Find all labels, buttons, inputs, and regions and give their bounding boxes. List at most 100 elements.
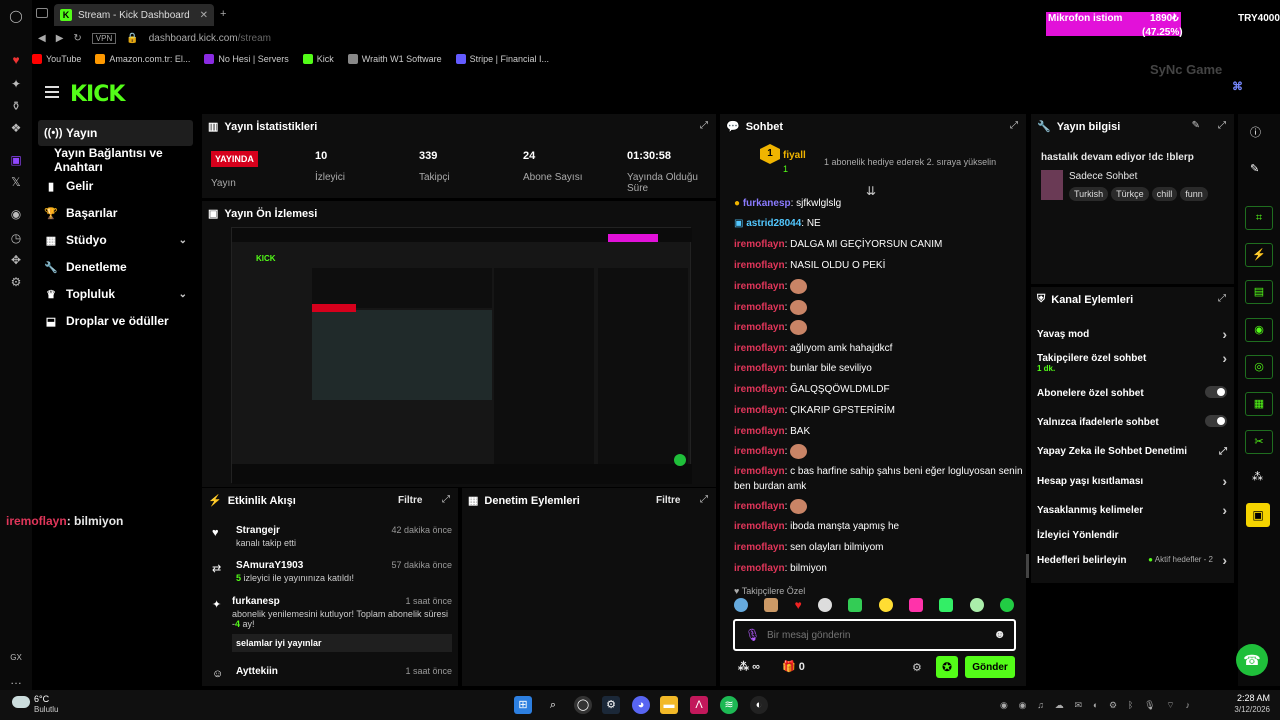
emote-icon[interactable] <box>969 598 984 612</box>
tray-icon[interactable]: ⚙ <box>1109 700 1117 711</box>
kick-logo[interactable]: KICK <box>70 82 125 107</box>
compass-icon[interactable]: ✦ <box>8 76 24 92</box>
toggle-switch[interactable] <box>1205 386 1227 398</box>
emote-icon[interactable] <box>939 598 954 612</box>
bookmark[interactable]: YouTube <box>32 54 81 64</box>
help-chat-icon[interactable]: ☎ <box>1236 644 1268 676</box>
chat-username[interactable]: iremoflayn <box>734 426 785 437</box>
emote-icon[interactable] <box>848 598 863 612</box>
bookmark[interactable]: Amazon.com.tr: El... <box>95 54 190 64</box>
tray-icon[interactable]: ◉ <box>1000 700 1008 711</box>
expand-icon[interactable]: ⤢ <box>1218 293 1226 304</box>
channel-action-row[interactable]: Yavaş mod › <box>1037 326 1227 342</box>
bookmark[interactable]: Stripe | Financial I... <box>455 54 549 64</box>
active-tab[interactable]: K Stream - Kick Dashboard ✕ <box>54 4 214 26</box>
discord-icon[interactable]: ◕ <box>632 696 650 714</box>
chevron-right-icon[interactable]: › <box>1222 473 1227 489</box>
chat-username[interactable]: iremoflayn <box>734 466 785 477</box>
tray-icon[interactable]: ◉ <box>1019 700 1027 711</box>
tab-menu-icon[interactable] <box>36 8 48 18</box>
expand-icon[interactable]: ⤢ <box>700 494 708 505</box>
channel-action-row[interactable]: Takipçilere özel sohbet 1 dk. › <box>1037 350 1227 373</box>
emote-icon[interactable] <box>909 598 923 612</box>
channel-action-row[interactable]: Hedefleri belirleyin ● Aktif hedefler - 2… <box>1037 552 1227 568</box>
cube-icon[interactable]: ❖ <box>8 120 24 136</box>
channel-action-row[interactable]: Yalnızca ifadelerle sohbet <box>1037 415 1227 428</box>
emote-icon[interactable] <box>878 598 893 612</box>
chat-username[interactable]: iremoflayn <box>734 343 785 354</box>
reload-icon[interactable]: ↻ <box>73 33 81 44</box>
app-icon[interactable]: Λ <box>690 696 708 714</box>
toggle-switch[interactable] <box>1205 415 1227 427</box>
start-icon[interactable]: ⊞ <box>514 696 532 714</box>
channel-action-row[interactable]: Hesap yaşı kısıtlaması › <box>1037 473 1227 489</box>
chevron-down-icon[interactable]: ⌄ <box>179 289 187 300</box>
gift-display[interactable]: 🎁 0 <box>782 660 805 673</box>
nav-item-stream[interactable]: ((•)) Yayın <box>38 120 193 146</box>
nav-item-community[interactable]: ♛ Topluluk ⌄ <box>38 281 193 307</box>
chat-username[interactable]: iremoflayn <box>734 322 785 333</box>
nav-item-achievements[interactable]: 🏆 Başarılar <box>38 200 193 226</box>
back-icon[interactable]: ◀ <box>38 33 46 44</box>
chat-username[interactable]: iremoflayn <box>734 239 785 250</box>
forward-icon[interactable]: ▶ <box>56 33 64 44</box>
chat-username[interactable]: iremoflayn <box>734 281 785 292</box>
channel-action-row[interactable]: Abonelere özel sohbet <box>1037 386 1227 399</box>
channel-action-row[interactable]: İzleyici Yönlendir <box>1037 530 1227 541</box>
mic-tray-icon[interactable]: 🎙 <box>1144 700 1155 711</box>
moderation-filter-button[interactable]: Filtre <box>656 495 680 506</box>
spotify-icon[interactable]: ◉ <box>8 206 24 222</box>
wifi-icon[interactable]: ⌔ <box>1166 700 1174 711</box>
volume-icon[interactable]: ♪ <box>1186 700 1191 711</box>
folder-icon[interactable]: ▬ <box>660 696 678 714</box>
chat-settings-icon[interactable]: ⚙ <box>912 661 922 674</box>
tray-icon[interactable]: ◐ <box>1093 700 1098 711</box>
url-field[interactable]: dashboard.kick.com/stream <box>149 33 271 44</box>
history-icon[interactable]: ◷ <box>8 230 24 246</box>
info-icon[interactable]: ⓘ <box>1250 124 1261 140</box>
chat-username[interactable]: iremoflayn <box>734 302 785 313</box>
more-icon[interactable]: … <box>8 672 24 688</box>
app-icon[interactable]: ◐ <box>750 696 768 714</box>
emote-icon[interactable] <box>764 598 779 612</box>
channel-action-row[interactable]: Yasaklanmış kelimeler › <box>1037 502 1227 518</box>
chat-username[interactable]: furkanesp <box>743 198 791 209</box>
heart-icon[interactable]: ♥ <box>8 52 24 68</box>
twitch-icon[interactable]: ▣ <box>8 152 24 168</box>
users-icon[interactable]: ⁂ <box>1252 470 1263 483</box>
bolt-icon[interactable]: ⚡ <box>1245 243 1273 267</box>
chat-username[interactable]: iremoflayn <box>734 563 785 574</box>
tray-icon[interactable]: ᛒ <box>1128 700 1133 711</box>
emote-icon[interactable] <box>999 598 1014 612</box>
top-gifter-name[interactable]: fiyall <box>783 150 806 161</box>
vpn-badge[interactable]: VPN <box>91 32 117 44</box>
tray-icon[interactable]: ✉ <box>1075 700 1083 711</box>
layout-icon[interactable]: ▦ <box>1245 392 1273 416</box>
edit-icon[interactable]: ✎ <box>1192 120 1200 131</box>
chat-scrollbar[interactable] <box>1026 554 1029 578</box>
clip-icon[interactable]: ⌗ <box>1245 206 1273 230</box>
chat-username[interactable]: iremoflayn <box>734 446 785 457</box>
nav-item-moderation[interactable]: 🔧 Denetleme <box>38 254 193 280</box>
nav-item-drops[interactable]: ⬓ Droplar ve ödüller <box>38 308 193 334</box>
kick-bot-icon[interactable]: ✪ <box>936 656 958 678</box>
document-icon[interactable]: ▤ <box>1245 280 1273 304</box>
clock-date[interactable]: 3/12/2026 <box>1224 705 1270 714</box>
opera-gx-icon[interactable]: ◯ <box>574 696 592 714</box>
chat-bubble-icon[interactable]: ◉ <box>1245 318 1273 342</box>
points-display[interactable]: ⁂ ∞ <box>738 660 760 673</box>
steam-icon[interactable]: ⚙ <box>602 696 620 714</box>
chat-username[interactable]: iremoflayn <box>734 260 785 271</box>
nav-item-revenue[interactable]: ▮ Gelir <box>38 173 193 199</box>
new-tab-icon[interactable]: + <box>220 8 226 20</box>
expand-icon[interactable]: ⤢ <box>442 494 450 505</box>
chevron-right-icon[interactable]: › <box>1222 552 1227 568</box>
chat-username[interactable]: iremoflayn <box>734 363 785 374</box>
beer-icon[interactable]: ⚱ <box>8 98 24 114</box>
spotify-icon[interactable]: ≋ <box>720 696 738 714</box>
chevron-down-icon[interactable]: ⌄ <box>179 235 187 246</box>
chat-username[interactable]: astrid28044 <box>746 218 801 229</box>
extension-icon[interactable]: ✥ <box>8 252 24 268</box>
channel-action-row[interactable]: Yapay Zeka ile Sohbet Denetimi ⤢ <box>1037 446 1227 457</box>
emote-icon[interactable] <box>734 598 748 612</box>
